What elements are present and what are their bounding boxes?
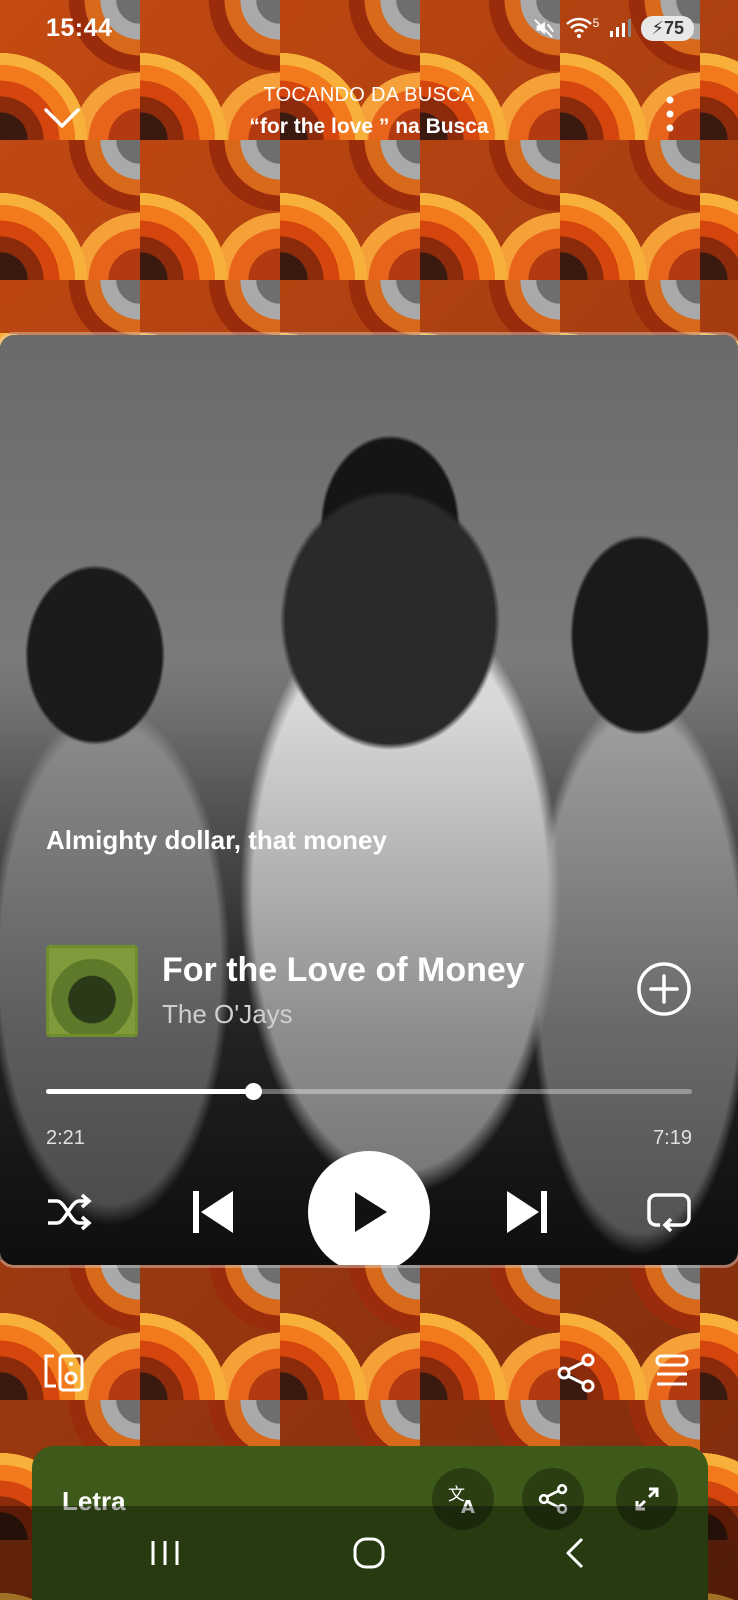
progress-bar[interactable]: [46, 1081, 692, 1101]
shuffle-button[interactable]: [44, 1189, 94, 1235]
status-icons: 5 ⚡75: [533, 15, 694, 41]
queue-button[interactable]: [654, 1352, 698, 1396]
battery-level: 75: [663, 17, 684, 38]
play-button[interactable]: [308, 1151, 430, 1265]
wifi-badge: 5: [592, 16, 600, 30]
play-icon: [355, 1192, 387, 1232]
back-icon: [566, 1537, 584, 1569]
previous-button[interactable]: [188, 1187, 238, 1237]
playback-controls: [0, 1149, 738, 1265]
repeat-icon: [647, 1193, 691, 1233]
queue-icon: [655, 1354, 689, 1386]
repeat-button[interactable]: [644, 1189, 694, 1235]
progress-knob[interactable]: [244, 1083, 262, 1100]
home-icon: [353, 1537, 385, 1569]
back-button[interactable]: [550, 1528, 600, 1578]
more-options-button[interactable]: [658, 94, 682, 134]
add-circle-icon: [637, 962, 691, 1016]
skip-next-icon: [507, 1191, 547, 1233]
battery-indicator: ⚡75: [641, 15, 694, 41]
more-vertical-icon: [666, 96, 674, 132]
signal-icon: [610, 19, 632, 37]
playing-context: TOCANDO DA BUSCA “for the love ” na Busc…: [0, 84, 738, 139]
progress-fill: [46, 1089, 253, 1094]
home-button[interactable]: [344, 1528, 394, 1578]
connect-device-button[interactable]: [42, 1352, 88, 1396]
status-bar: 15:44 5 ⚡75: [0, 0, 738, 56]
mute-icon: [533, 19, 554, 38]
context-name: “for the love ” na Busca: [249, 115, 489, 138]
track-artist[interactable]: The O'Jays: [162, 999, 293, 1030]
player-header: TOCANDO DA BUSCA “for the love ” na Busc…: [0, 70, 738, 150]
recent-apps-button[interactable]: [140, 1528, 190, 1578]
now-playing-card: Almighty dollar, that money For the Love…: [0, 335, 738, 1265]
skip-previous-icon: [193, 1191, 233, 1233]
shuffle-icon: [48, 1193, 92, 1231]
devices-icon: [44, 1354, 84, 1392]
recent-apps-icon: [151, 1541, 179, 1565]
track-title[interactable]: For the Love of Money: [162, 951, 525, 990]
share-icon: [557, 1353, 595, 1393]
current-lyric-line: Almighty dollar, that money: [46, 825, 387, 855]
status-time: 15:44: [46, 13, 113, 42]
system-nav-bar: [0, 1506, 738, 1600]
next-button[interactable]: [502, 1187, 552, 1237]
total-time: 7:19: [653, 1127, 692, 1149]
bottom-actions: [0, 1352, 738, 1402]
add-to-library-button[interactable]: [636, 961, 692, 1017]
album-art-thumbnail[interactable]: [46, 945, 138, 1037]
track-info: For the Love of Money The O'Jays: [46, 945, 692, 1037]
elapsed-time: 2:21: [46, 1127, 85, 1149]
wifi-icon: [565, 17, 592, 38]
context-label: TOCANDO DA BUSCA: [263, 84, 475, 106]
share-button[interactable]: [556, 1352, 600, 1396]
